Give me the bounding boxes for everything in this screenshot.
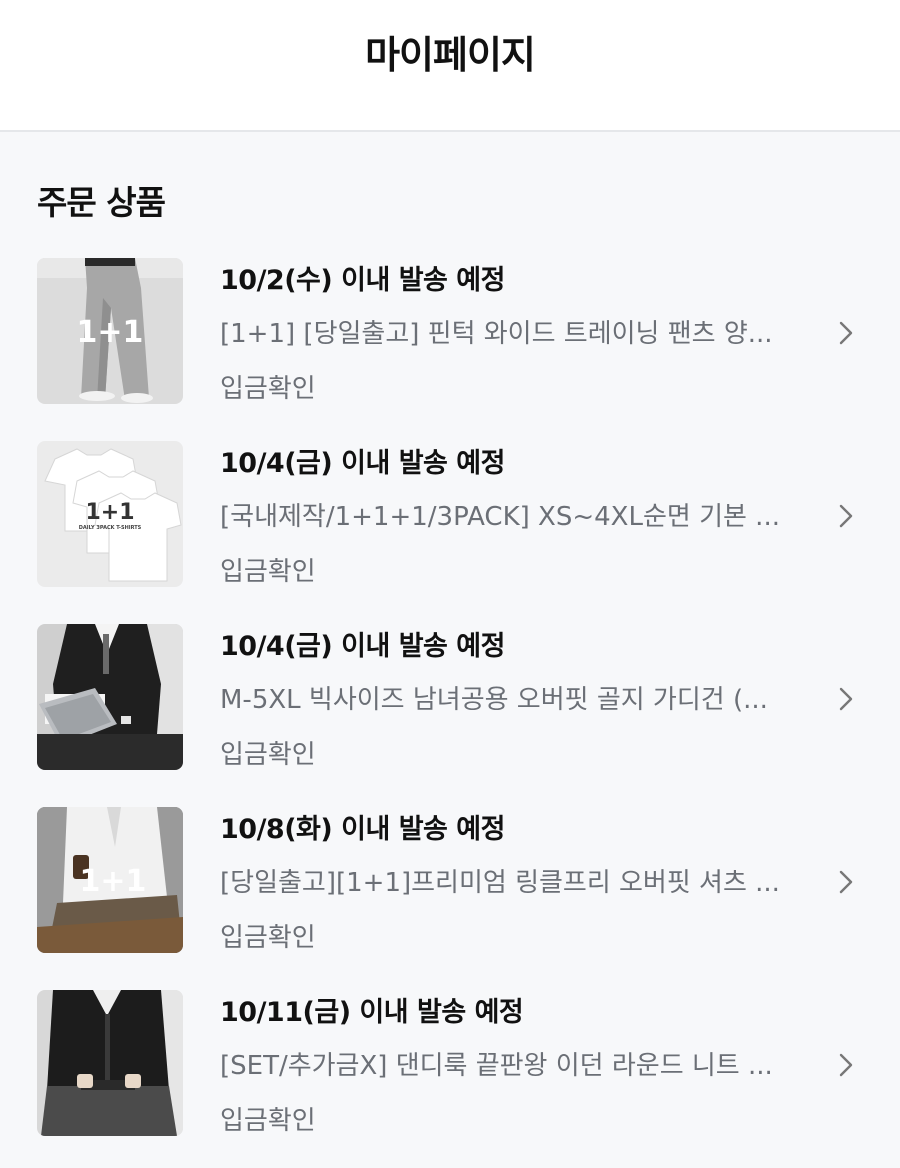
shipping-date: 10/4(금) 이내 발송 예정 xyxy=(220,448,505,479)
order-status: 입금확인 xyxy=(220,923,316,953)
product-name[interactable]: [SET/추가금X] 댄디룩 끝판왕 이던 라운드 니트 ... xyxy=(220,1045,790,1082)
product-thumbnail[interactable]: 1+1 xyxy=(37,258,183,404)
order-status: 입금확인 xyxy=(220,374,316,404)
app-header: 마이페이지 xyxy=(0,0,900,132)
order-status: 입금확인 xyxy=(220,557,316,587)
product-name[interactable]: M-5XL 빅사이즈 남녀공용 오버핏 골지 가디건 (... xyxy=(220,679,790,716)
product-image-tshirts: 1+1 DAILY 3PACK T-SHIRTS xyxy=(37,441,183,587)
product-image-cardigan xyxy=(37,624,183,770)
product-image-pants: 1+1 xyxy=(37,258,183,404)
thumb-caption: DAILY 3PACK T-SHIRTS xyxy=(79,525,142,531)
product-name[interactable]: [1+1] [당일출고] 핀턱 와이드 트레이닝 팬츠 양... xyxy=(220,313,790,350)
thumb-badge: 1+1 xyxy=(85,500,134,525)
product-name[interactable]: [당일출고][1+1]프리미엄 링클프리 오버핏 셔츠 ... xyxy=(220,862,790,899)
order-status: 입금확인 xyxy=(220,740,316,770)
product-image-shirt: 1+1 xyxy=(37,807,183,953)
section-title-order-items: 주문 상품 xyxy=(37,183,166,222)
order-item[interactable]: 1+1 10/2(수) 이내 발송 예정 [1+1] [당일출고] 핀턱 와이드… xyxy=(0,258,900,406)
product-thumbnail[interactable]: 1+1 xyxy=(37,807,183,953)
order-item[interactable]: 1+1 DAILY 3PACK T-SHIRTS 10/4(금) 이내 발송 예… xyxy=(0,441,900,589)
order-status: 입금확인 xyxy=(220,1106,316,1136)
product-thumbnail[interactable] xyxy=(37,990,183,1136)
chevron-right-icon[interactable] xyxy=(836,503,856,529)
product-thumbnail[interactable] xyxy=(37,624,183,770)
order-item[interactable]: 1+1 10/8(화) 이내 발송 예정 [당일출고][1+1]프리미엄 링클프… xyxy=(0,807,900,955)
product-name[interactable]: [국내제작/1+1+1/3PACK] XS~4XL순면 기본 ... xyxy=(220,496,790,533)
product-image-knit xyxy=(37,990,183,1136)
chevron-right-icon[interactable] xyxy=(836,686,856,712)
order-item[interactable]: 10/11(금) 이내 발송 예정 [SET/추가금X] 댄디룩 끝판왕 이던 … xyxy=(0,990,900,1138)
product-thumbnail[interactable]: 1+1 DAILY 3PACK T-SHIRTS xyxy=(37,441,183,587)
order-item[interactable]: 10/4(금) 이내 발송 예정 M-5XL 빅사이즈 남녀공용 오버핏 골지 … xyxy=(0,624,900,772)
thumb-badge: 1+1 xyxy=(80,864,147,899)
shipping-date: 10/4(금) 이내 발송 예정 xyxy=(220,631,505,662)
chevron-right-icon[interactable] xyxy=(836,320,856,346)
shipping-date: 10/11(금) 이내 발송 예정 xyxy=(220,997,524,1028)
chevron-right-icon[interactable] xyxy=(836,1052,856,1078)
page-title: 마이페이지 xyxy=(365,33,536,77)
shipping-date: 10/8(화) 이내 발송 예정 xyxy=(220,814,505,845)
chevron-right-icon[interactable] xyxy=(836,869,856,895)
thumb-badge: 1+1 xyxy=(77,315,144,350)
shipping-date: 10/2(수) 이내 발송 예정 xyxy=(220,265,505,296)
